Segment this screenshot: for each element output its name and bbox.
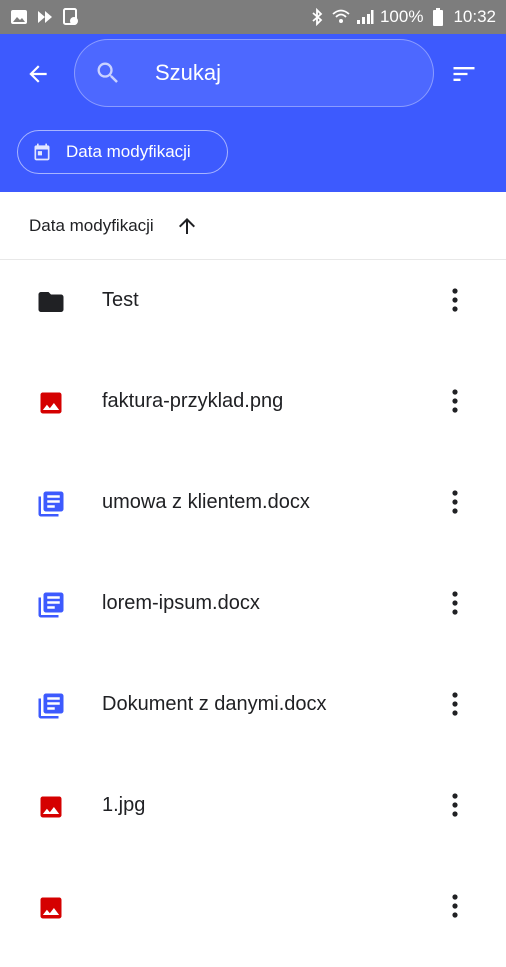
app-bar <box>0 34 506 114</box>
list-item[interactable]: umowa z klientem.docx <box>0 462 506 563</box>
more-vert-icon[interactable] <box>440 787 470 823</box>
gallery-notification-icon <box>10 8 28 26</box>
clock: 10:32 <box>453 7 496 26</box>
list-item[interactable]: lorem-ipsum.docx <box>0 563 506 664</box>
calendar-icon <box>32 142 52 162</box>
signal-icon <box>356 8 374 26</box>
sort-label[interactable]: Data modyfikacji <box>29 216 154 236</box>
arrow-up-icon[interactable] <box>174 213 200 239</box>
filter-chip-label: Data modyfikacji <box>66 142 191 161</box>
wifi-icon <box>332 8 350 26</box>
folder-icon <box>36 287 66 317</box>
search-icon <box>93 58 123 88</box>
document-icon <box>36 691 66 721</box>
sort-header: Data modyfikacji <box>0 192 506 260</box>
search-box[interactable] <box>74 39 434 107</box>
more-vert-icon[interactable] <box>440 383 470 419</box>
status-bar-notifications <box>10 8 80 26</box>
status-bar-system: 100% 10:32 <box>308 7 496 27</box>
arrow-back-icon <box>25 61 51 92</box>
more-vert-icon[interactable] <box>440 888 470 924</box>
battery-percent: 100% <box>379 7 424 26</box>
file-list: Test faktura-przyklad.png umowa z klient… <box>0 260 506 967</box>
filter-bar: Data modyfikacji <box>0 114 506 192</box>
list-item[interactable]: Dokument z danymi.docx <box>0 664 506 765</box>
image-icon <box>36 893 66 923</box>
document-icon <box>36 590 66 620</box>
list-item[interactable]: Test <box>0 260 506 361</box>
status-bar: 100% 10:32 <box>0 0 506 34</box>
more-vert-icon[interactable] <box>440 585 470 621</box>
sort-button[interactable] <box>444 56 484 96</box>
back-button[interactable] <box>18 56 58 96</box>
file-name: Dokument z danymi.docx <box>102 693 327 715</box>
battery-icon <box>429 8 447 26</box>
list-item[interactable]: 1.jpg <box>0 765 506 866</box>
date-modified-filter-chip[interactable]: Data modyfikacji <box>17 130 228 174</box>
file-name: faktura-przyklad.png <box>102 390 284 412</box>
play-notification-icon <box>36 8 54 26</box>
more-vert-icon[interactable] <box>440 282 470 318</box>
bluetooth-icon <box>308 8 326 26</box>
file-name: umowa z klientem.docx <box>102 491 310 513</box>
list-item[interactable] <box>0 866 506 967</box>
file-name: lorem-ipsum.docx <box>102 592 260 614</box>
more-vert-icon[interactable] <box>440 484 470 520</box>
list-item[interactable]: faktura-przyklad.png <box>0 361 506 462</box>
image-icon <box>36 388 66 418</box>
file-name: 1.jpg <box>102 794 146 816</box>
image-icon <box>36 792 66 822</box>
more-vert-icon[interactable] <box>440 686 470 722</box>
file-notification-icon <box>62 8 80 26</box>
file-name: Test <box>102 289 139 311</box>
search-input[interactable] <box>153 59 377 87</box>
sort-icon <box>450 60 478 93</box>
document-icon <box>36 489 66 519</box>
